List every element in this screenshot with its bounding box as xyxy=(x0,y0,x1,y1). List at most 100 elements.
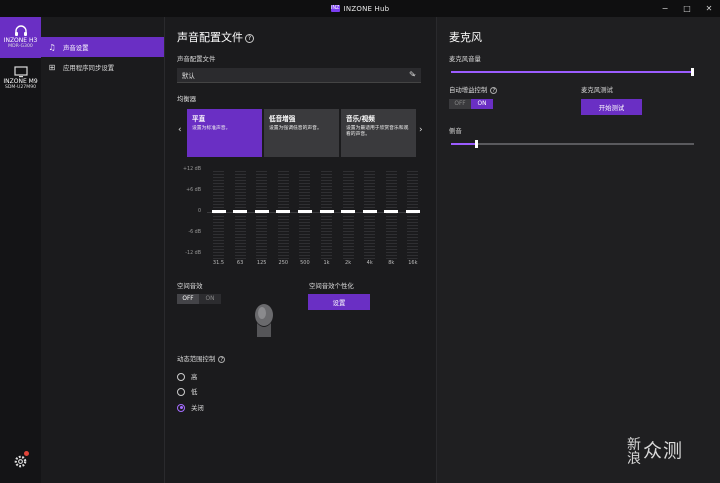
edit-icon[interactable]: ✎ xyxy=(409,70,416,79)
maximize-button[interactable]: □ xyxy=(676,0,698,17)
help-icon[interactable]: ? xyxy=(490,87,498,94)
microphone-panel: 麦克风 麦克风音量 自动增益控制? OFF ON 麦克风测试 开始测试 侧音 xyxy=(436,17,720,483)
equalizer-label: 均衡器 xyxy=(177,95,197,103)
device-name: INZONE H3 xyxy=(3,37,38,44)
eq-band-slider[interactable] xyxy=(341,210,356,213)
drc-label-text: 动态范围控制 xyxy=(177,355,216,363)
preset-title: 平直 xyxy=(192,115,206,123)
eq-freq-label: 1k xyxy=(323,260,330,266)
agc-toggle[interactable]: OFF ON xyxy=(449,99,493,109)
eq-band-slider[interactable] xyxy=(254,210,269,213)
spatial-sound-label: 空间音效 xyxy=(177,282,203,290)
slider-fill xyxy=(451,143,476,145)
db-tick: -6 dB xyxy=(188,230,201,235)
watermark-small: 新浪 xyxy=(627,438,643,466)
sidetone-slider[interactable] xyxy=(451,140,694,148)
spatial-sound-toggle[interactable]: OFF ON xyxy=(177,294,221,304)
close-button[interactable]: ✕ xyxy=(698,0,720,17)
drc-option-high[interactable]: 高 xyxy=(177,372,197,381)
watermark: 新浪众测 xyxy=(627,436,683,466)
eq-band-slider[interactable] xyxy=(405,210,420,213)
preset-title: 音乐/视频 xyxy=(346,115,375,123)
drc-label: 动态范围控制? xyxy=(177,354,226,363)
spatial-setup-button[interactable]: 设置 xyxy=(308,294,370,310)
eq-freq-label: 4k xyxy=(366,260,373,266)
eq-band-slider[interactable] xyxy=(233,210,248,213)
db-tick: -12 dB xyxy=(185,251,201,256)
watermark-big: 众测 xyxy=(643,440,684,462)
head-model-icon xyxy=(255,304,273,337)
nav-label: 应用程序同步设置 xyxy=(63,63,115,72)
eq-freq-label: 63 xyxy=(236,260,244,266)
toggle-on: ON xyxy=(471,99,493,109)
preset-bass-boost[interactable]: 低音增强 设置为强调低音的声音。 xyxy=(264,109,339,157)
headphones-icon xyxy=(14,25,27,36)
eq-freq-label: 31.5 xyxy=(212,260,225,266)
eq-freq-label: 8k xyxy=(388,260,395,266)
preset-desc: 设置为强调低音的声音。 xyxy=(269,126,322,131)
eq-band-slider[interactable] xyxy=(362,210,377,213)
db-tick: 0 xyxy=(197,209,201,214)
agc-label-text: 自动增益控制 xyxy=(449,86,488,94)
gear-icon[interactable] xyxy=(13,454,28,469)
device-name: INZONE M9 xyxy=(3,78,38,85)
eq-band-track xyxy=(234,171,246,261)
profile-value: 默认 xyxy=(182,71,195,80)
help-icon[interactable]: ? xyxy=(245,34,254,43)
preset-desc: 设置为最适用于欣赏音乐和观看的声音。 xyxy=(346,126,409,137)
preset-flat[interactable]: 平直 设置为标准声音。 xyxy=(187,109,262,157)
app-logo: INZ xyxy=(330,5,340,12)
minimize-button[interactable]: − xyxy=(654,0,676,17)
eq-freq-label: 500 xyxy=(300,260,310,266)
radio-circle-selected xyxy=(177,403,185,412)
slider-knob[interactable] xyxy=(691,68,694,76)
chevron-right-icon[interactable]: › xyxy=(419,125,423,135)
mic-test-label: 麦克风测试 xyxy=(581,86,613,94)
eq-band-slider[interactable] xyxy=(384,210,399,213)
window-controls: − □ ✕ xyxy=(654,0,720,17)
nav-label: 声音设置 xyxy=(63,43,89,52)
eq-band-slider[interactable] xyxy=(319,210,334,213)
grid-icon: ⊞ xyxy=(48,62,56,72)
drc-option-low[interactable]: 低 xyxy=(177,387,197,396)
eq-band-track xyxy=(364,171,376,261)
eq-freq-label: 16k xyxy=(408,260,418,266)
eq-freq-label: 125 xyxy=(256,260,267,266)
page-title: 声音配置文件? xyxy=(177,29,254,45)
eq-band-slider[interactable] xyxy=(297,210,312,213)
preset-title: 低音增强 xyxy=(269,115,296,123)
device-inzone-m9[interactable]: INZONE M9 SDM-U27M90 xyxy=(0,58,41,99)
eq-freq-label: 250 xyxy=(278,260,289,266)
help-icon[interactable]: ? xyxy=(218,356,226,363)
chevron-left-icon[interactable]: ‹ xyxy=(178,125,182,135)
eq-band-track xyxy=(385,171,397,261)
nav-sound-settings[interactable]: ♫ 声音设置 xyxy=(41,37,164,57)
app-title: INZONE Hub xyxy=(343,4,390,13)
eq-band-slider[interactable] xyxy=(276,210,291,213)
equalizer: +12 dB +6 dB 0 -6 dB -12 dB xyxy=(177,167,422,267)
db-tick: +12 dB xyxy=(183,167,201,172)
toggle-off: OFF xyxy=(449,99,471,109)
eq-band-track xyxy=(299,171,311,261)
radio-circle xyxy=(177,372,185,381)
drc-option-off[interactable]: 关闭 xyxy=(177,403,204,412)
watermark-char: 浪 xyxy=(627,450,642,467)
radio-label: 高 xyxy=(191,373,198,381)
sound-profile-panel: 声音配置文件? 声音配置文件 默认 ⌄ ✎ 均衡器 ‹ 平直 设置为标准声音。 … xyxy=(165,17,435,483)
profile-label: 声音配置文件 xyxy=(177,55,216,63)
slider-fill xyxy=(451,71,694,73)
eq-band-track xyxy=(407,171,419,261)
mic-title: 麦克风 xyxy=(449,31,482,44)
mic-volume-slider[interactable] xyxy=(451,68,694,76)
device-inzone-h3[interactable]: INZONE H3 MDR-G300 xyxy=(0,17,41,58)
preset-music-video[interactable]: 音乐/视频 设置为最适用于欣赏音乐和观看的声音。 xyxy=(341,109,416,157)
eq-band-slider[interactable] xyxy=(211,210,226,213)
slider-knob[interactable] xyxy=(475,140,479,148)
title-bar: INZ INZONE Hub − □ ✕ xyxy=(0,0,720,17)
start-test-button[interactable]: 开始测试 xyxy=(581,99,642,115)
toggle-on: ON xyxy=(199,294,221,304)
nav-app-sync-settings[interactable]: ⊞ 应用程序同步设置 xyxy=(41,57,164,77)
profile-select[interactable]: 默认 ⌄ xyxy=(177,68,421,83)
eq-band-track xyxy=(342,171,354,261)
agc-label: 自动增益控制? xyxy=(449,85,498,94)
